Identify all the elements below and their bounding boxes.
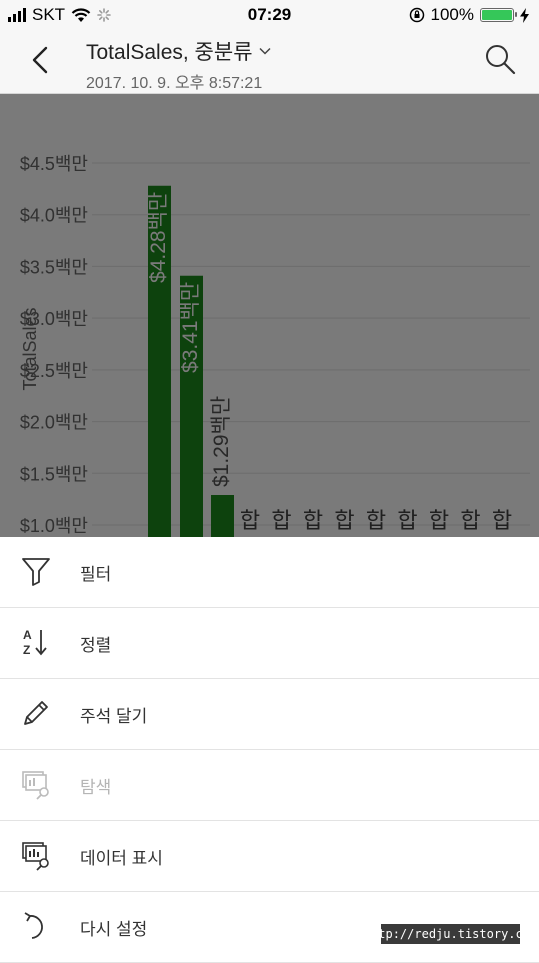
menu-item-filter[interactable]: 필터 <box>0 537 539 608</box>
menu-item-sort[interactable]: A Z 정렬 <box>0 608 539 679</box>
rotation-lock-icon <box>409 7 424 23</box>
truncated-category-label: 합 <box>460 509 480 534</box>
battery-icon <box>480 8 517 22</box>
title-block[interactable]: TotalSales, 중분류 2017. 10. 9. 오후 8:57:21 <box>86 36 271 93</box>
y-tick-label: $1.5백만 <box>20 464 88 484</box>
menu-item-annotate[interactable]: 주석 달기 <box>0 679 539 750</box>
bar-data-label: $4.28백만 <box>147 192 170 283</box>
reset-icon <box>24 912 43 939</box>
bar <box>211 495 234 537</box>
menu-label: 데이터 표시 <box>80 849 163 868</box>
report-header: TotalSales, 중분류 2017. 10. 9. 오후 8:57:21 <box>0 30 539 94</box>
menu-item-explore: 탐색 <box>0 750 539 821</box>
search-icon[interactable] <box>483 42 517 76</box>
pencil-icon <box>24 701 48 725</box>
action-sheet: 필터 A Z 정렬 주석 달기 탐색 데이터 표시 다시 설정 <box>0 537 539 963</box>
refresh-timestamp: 2017. 10. 9. 오후 8:57:21 <box>86 75 263 92</box>
truncated-category-label: 합 <box>492 509 512 534</box>
y-tick-label: $2.0백만 <box>20 413 88 433</box>
menu-label: 다시 설정 <box>80 920 148 939</box>
truncated-category-label: 합 <box>271 509 291 534</box>
back-chevron-icon[interactable] <box>22 40 58 80</box>
truncated-category-label: 합 <box>334 509 354 534</box>
truncated-category-label: 합 <box>366 509 386 534</box>
menu-label: 주석 달기 <box>80 707 148 726</box>
y-axis-label: TotalSales <box>20 307 40 390</box>
menu-item-show-data[interactable]: 데이터 표시 <box>0 821 539 892</box>
page-title[interactable]: TotalSales, 중분류 <box>86 36 253 66</box>
bar-chart: $1.0백만$1.5백만$2.0백만$2.5백만$3.0백만$3.5백만$4.0… <box>20 154 530 537</box>
svg-text:Z: Z <box>23 643 30 657</box>
truncated-category-label: 합 <box>303 509 323 534</box>
status-bar: SKT 07:29 100% <box>0 0 539 30</box>
watermark: http://redju.tistory.com <box>364 924 537 944</box>
menu-label: 탐색 <box>80 778 112 797</box>
y-tick-label: $3.5백만 <box>20 257 88 277</box>
chart-area: $1.0백만 $1.5백만 $2.0백만 $2.5백만 $3.0백만 $3.5백만 $4.0… <box>0 94 539 537</box>
svg-text:A: A <box>23 628 32 642</box>
y-tick-label: $4.0백만 <box>20 206 88 226</box>
filter-icon <box>22 558 50 586</box>
bar-data-label: $3.41백만 <box>179 282 202 373</box>
menu-label: 필터 <box>80 565 112 584</box>
sort-az-icon: A Z <box>23 628 47 657</box>
explore-icon <box>22 771 49 800</box>
truncated-category-label: 합 <box>397 509 417 534</box>
y-tick-label: $4.5백만 <box>20 154 88 174</box>
chevron-down-icon[interactable] <box>259 47 271 55</box>
truncated-category-label: 합 <box>429 509 449 534</box>
truncated-category-label: 합 <box>240 509 260 534</box>
bar-data-label: $1.29백만 <box>210 396 233 487</box>
charging-bolt-icon <box>520 7 529 23</box>
battery-percent: 100% <box>430 5 474 24</box>
show-data-icon <box>22 842 49 871</box>
menu-label: 정렬 <box>80 636 112 655</box>
y-tick-label: $1.0백만 <box>20 516 88 536</box>
